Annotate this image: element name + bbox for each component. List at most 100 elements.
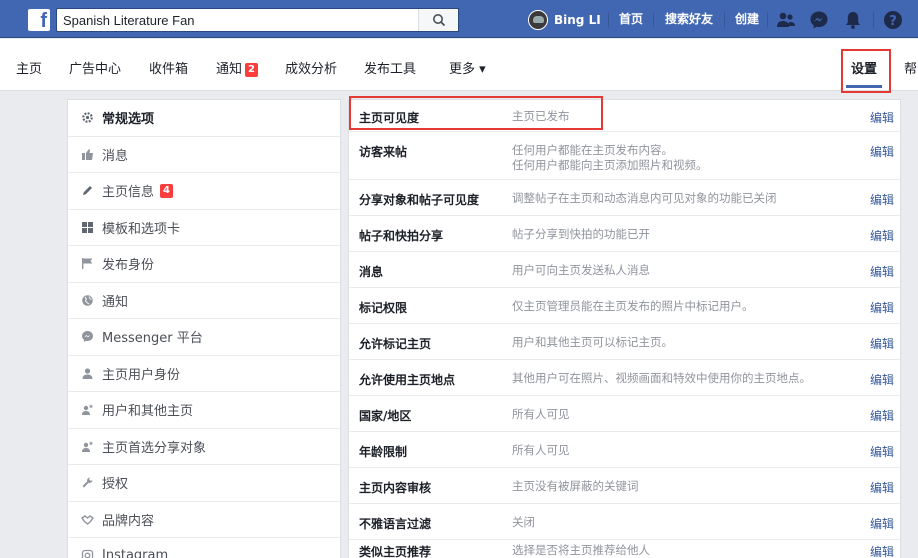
sidebar-item-label: 主页首选分享对象 (102, 440, 207, 456)
setting-label: 不雅语言过滤 (359, 517, 432, 531)
profile-link[interactable]: Bing LI (528, 10, 601, 30)
message-icon (80, 147, 94, 161)
setting-value: 主页没有被屏蔽的关键词 (512, 479, 639, 493)
highlight-box-page-visibility (349, 96, 603, 130)
nav-notifications[interactable]: 通知 2 (216, 58, 258, 77)
nav-publishing-tools[interactable]: 发布工具 (364, 58, 416, 77)
notification-count-badge: 2 (245, 63, 258, 77)
setting-row-age-restrictions[interactable]: 年龄限制 所有人可见 编辑 (349, 432, 900, 468)
setting-row-messages[interactable]: 消息 用户可向主页发送私人消息 编辑 (349, 252, 900, 288)
avatar (528, 10, 548, 30)
edit-link[interactable]: 编辑 (870, 263, 894, 280)
pencil-icon (80, 184, 94, 198)
setting-row-page-location[interactable]: 允许使用主页地点 其他用户可在照片、视频画面和特效中使用你的主页地点。 编辑 (349, 360, 900, 396)
setting-value: 仅主页管理员能在主页发布的照片中标记用户。 (512, 299, 754, 313)
instagram-icon (80, 549, 94, 558)
page-nav-bar: 主页 广告中心 收件箱 通知 2 成效分析 发布工具 更多 ▾ 设置 帮 (0, 39, 918, 91)
setting-row-country-restrictions[interactable]: 国家/地区 所有人可见 编辑 (349, 396, 900, 432)
setting-value: 选择是否将主页推荐给他人 (512, 543, 650, 557)
edit-link[interactable]: 编辑 (870, 335, 894, 352)
person-icon (80, 366, 94, 380)
edit-link[interactable]: 编辑 (870, 191, 894, 208)
setting-row-tagging-ability[interactable]: 标记权限 仅主页管理员能在主页发布的照片中标记用户。 编辑 (349, 288, 900, 324)
setting-label: 主页内容审核 (359, 481, 432, 495)
user-name: Bing LI (554, 13, 601, 27)
sidebar-item-page-roles[interactable]: 主页用户身份 (68, 356, 340, 392)
sidebar-item-people-other-pages[interactable]: 用户和其他主页 (68, 392, 340, 429)
edit-link[interactable]: 编辑 (870, 299, 894, 316)
notifications-icon[interactable] (842, 9, 864, 31)
edit-link[interactable]: 编辑 (870, 371, 894, 388)
sidebar-item-templates-tabs[interactable]: 模板和选项卡 (68, 210, 340, 246)
sidebar-item-general[interactable]: 常规选项 (68, 100, 340, 137)
sidebar-item-label: 常规选项 (102, 112, 155, 128)
setting-label: 年龄限制 (359, 445, 408, 459)
sidebar-item-branded-content[interactable]: 品牌内容 (68, 502, 340, 538)
settings-sidebar: 常规选项 消息 主页信息 4 模板和选项卡 发布身份 通知 Messenger … (67, 99, 341, 558)
nav-page[interactable]: 主页 (16, 58, 42, 77)
edit-link[interactable]: 编辑 (870, 443, 894, 460)
sidebar-item-messages[interactable]: 消息 (68, 137, 340, 173)
setting-row-similar-page-suggestions[interactable]: 类似主页推荐 选择是否将主页推荐给他人 编辑 (349, 540, 900, 558)
search-button[interactable] (418, 9, 458, 31)
setting-row-profanity-filter[interactable]: 不雅语言过滤 关闭 编辑 (349, 504, 900, 540)
sidebar-item-page-info[interactable]: 主页信息 4 (68, 173, 340, 210)
setting-label: 国家/地区 (359, 409, 412, 423)
divider (873, 12, 874, 28)
flag-icon (80, 257, 94, 271)
sidebar-item-preferred-audience[interactable]: 主页首选分享对象 (68, 429, 340, 465)
facebook-logo-icon[interactable]: f (28, 9, 50, 31)
edit-link[interactable]: 编辑 (870, 109, 894, 126)
edit-link[interactable]: 编辑 (870, 515, 894, 532)
setting-label: 访客来帖 (359, 145, 408, 159)
find-friends-link[interactable]: 搜索好友 (665, 10, 713, 27)
setting-value: 关闭 (512, 515, 535, 529)
setting-value: 所有人可见 (512, 407, 570, 421)
search-box (56, 8, 459, 32)
setting-row-page-moderation[interactable]: 主页内容审核 主页没有被屏蔽的关键词 编辑 (349, 468, 900, 504)
setting-row-post-story-sharing[interactable]: 帖子和快拍分享 帖子分享到快拍的功能已开 编辑 (349, 216, 900, 252)
sidebar-item-label: 模板和选项卡 (102, 221, 181, 237)
grid-icon (80, 220, 94, 234)
home-link[interactable]: 首页 (619, 10, 643, 27)
nav-more-dropdown[interactable]: 更多 ▾ (449, 58, 486, 77)
edit-link[interactable]: 编辑 (870, 407, 894, 424)
handshake-icon (80, 512, 94, 526)
sidebar-item-instagram[interactable]: Instagram (68, 538, 340, 558)
setting-label: 分享对象和帖子可见度 (359, 193, 480, 207)
nav-insights[interactable]: 成效分析 (285, 58, 337, 77)
setting-value-line: 任何用户都能在主页发布内容。 (512, 143, 673, 157)
general-settings-panel: 主页可见度 主页已发布 编辑 访客来帖 任何用户都能在主页发布内容。 任何用户都… (348, 99, 901, 558)
help-icon[interactable]: ? (882, 9, 904, 31)
edit-link[interactable]: 编辑 (870, 479, 894, 496)
svg-text:?: ? (889, 14, 897, 29)
sidebar-item-notifications[interactable]: 通知 (68, 283, 340, 319)
edit-link[interactable]: 编辑 (870, 227, 894, 244)
setting-value: 其他用户可在照片、视频画面和特效中使用你的主页地点。 (512, 371, 811, 385)
top-bar: f Bing LI 首页 搜索好友 创建 ? (0, 0, 918, 38)
edit-link[interactable]: 编辑 (870, 543, 894, 558)
setting-row-audience-visibility[interactable]: 分享对象和帖子可见度 调整帖子在主页和动态消息内可见对象的功能已关闭 编辑 (349, 180, 900, 216)
page-info-badge: 4 (160, 183, 173, 198)
nav-inbox[interactable]: 收件箱 (149, 58, 188, 77)
create-link[interactable]: 创建 (735, 10, 759, 27)
setting-label: 允许标记主页 (359, 337, 432, 351)
sidebar-item-authorizations[interactable]: 授权 (68, 465, 340, 502)
nav-notifications-label: 通知 (216, 62, 243, 77)
setting-value: 用户可向主页发送私人消息 (512, 263, 650, 277)
setting-value-line: 任何用户都能向主页添加照片和视频。 (512, 158, 708, 172)
sidebar-item-messenger-platform[interactable]: Messenger 平台 (68, 319, 340, 356)
nav-ad-center[interactable]: 广告中心 (69, 58, 121, 77)
person-star-icon (80, 439, 94, 453)
nav-help[interactable]: 帮 (904, 58, 917, 77)
search-input[interactable] (57, 9, 417, 31)
messenger-icon[interactable] (808, 9, 830, 31)
divider (653, 12, 654, 28)
edit-link[interactable]: 编辑 (870, 143, 894, 160)
setting-row-others-tagging-page[interactable]: 允许标记主页 用户和其他主页可以标记主页。 编辑 (349, 324, 900, 360)
sidebar-item-label: 主页信息 (102, 185, 155, 201)
sidebar-item-post-attribution[interactable]: 发布身份 (68, 246, 340, 283)
divider (724, 12, 725, 28)
setting-row-visitor-posts[interactable]: 访客来帖 任何用户都能在主页发布内容。 任何用户都能向主页添加照片和视频。 编辑 (349, 132, 900, 180)
friends-icon[interactable] (775, 9, 797, 31)
